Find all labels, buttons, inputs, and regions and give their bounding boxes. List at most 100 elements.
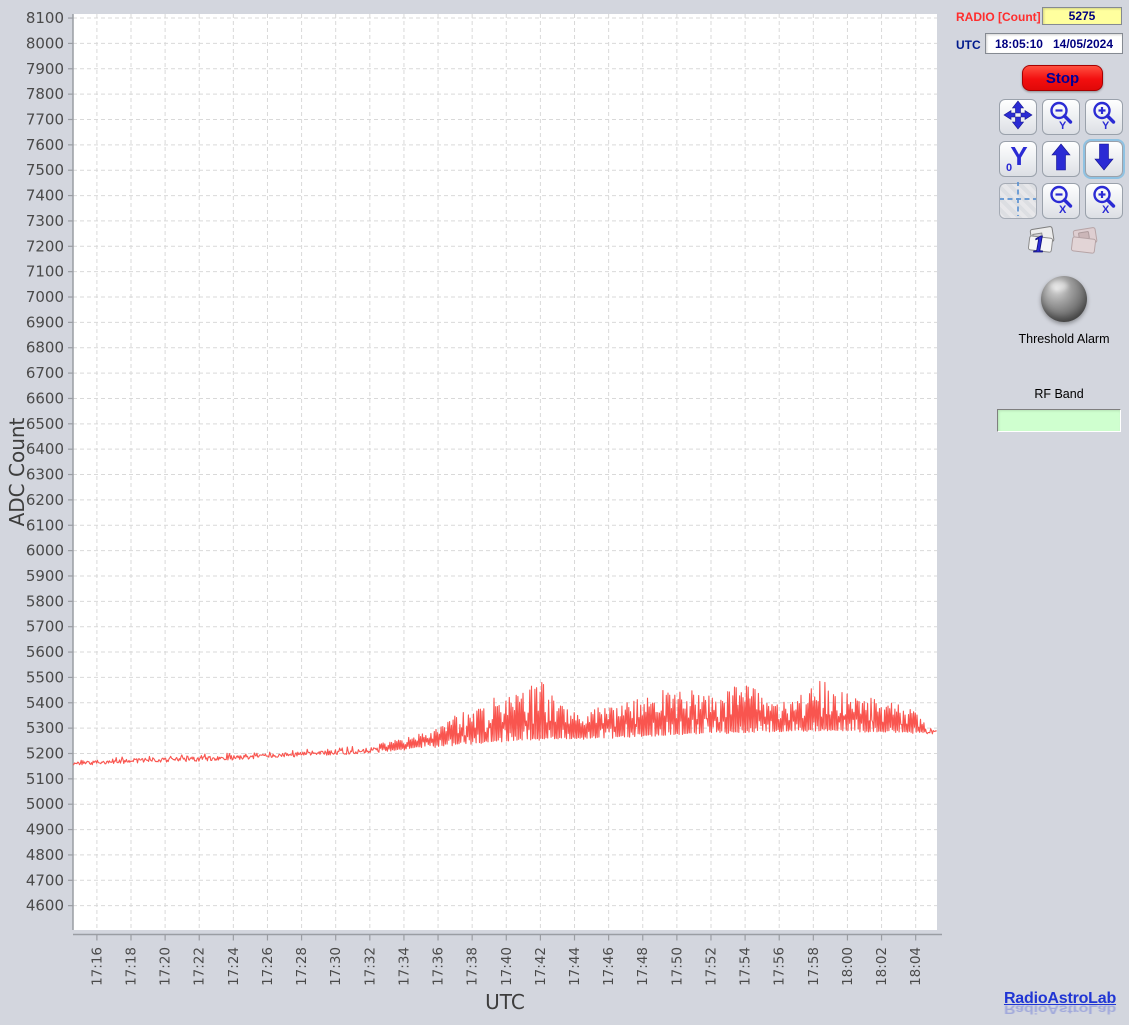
up-arrow-icon: [1046, 142, 1076, 177]
x-tick-label: 17:20: [158, 947, 174, 986]
x-tick-label: 17:30: [328, 947, 344, 986]
down-arrow-icon: [1089, 142, 1119, 177]
rf-band-label: RF Band: [1004, 387, 1114, 401]
threshold-alarm-label: Threshold Alarm: [1004, 332, 1124, 346]
x-tick-label: 17:58: [806, 947, 822, 986]
svg-text:Y: Y: [1102, 120, 1110, 130]
y-tick-label: 7400: [26, 187, 64, 205]
zoom-out-x-button[interactable]: X: [1042, 183, 1080, 219]
svg-text:Y: Y: [1059, 120, 1067, 130]
x-tick-label: 17:36: [431, 947, 447, 986]
x-tick-label: 17:50: [669, 947, 685, 986]
x-tick-label: 17:18: [123, 947, 139, 986]
y-tick-label: 5800: [26, 592, 64, 610]
y-tick-label: 4900: [26, 821, 64, 839]
x-tick-label: 17:42: [533, 947, 549, 986]
x-tick-label: 18:00: [840, 947, 856, 986]
magnifier-plus-y-icon: Y: [1089, 100, 1119, 135]
y-tick-label: 6300: [26, 466, 64, 484]
y-zero-button[interactable]: Y 0: [999, 141, 1037, 177]
y-tick-label: 5900: [26, 567, 64, 585]
x-axis-title: UTC: [485, 990, 525, 1014]
y-tick-label: 6900: [26, 313, 64, 331]
y-tick-label: 5200: [26, 744, 64, 762]
zoom-in-x-button[interactable]: X: [1085, 183, 1123, 219]
svg-text:X: X: [1102, 204, 1110, 214]
y-tick-label: 6200: [26, 491, 64, 509]
y-tick-label: 6000: [26, 542, 64, 560]
y-tick-label: 6500: [26, 415, 64, 433]
x-tick-label: 17:48: [635, 947, 651, 986]
brand-logo: RadioAstroLab RadioAstroLab: [993, 991, 1127, 1016]
x-tick-label: 17:56: [772, 947, 788, 986]
x-tick-label: 17:22: [192, 947, 208, 986]
adc-strip-chart[interactable]: 8100800079007800770076007500740073007200…: [0, 0, 950, 1025]
y-tick-label: 7200: [26, 237, 64, 255]
y-tick-label: 7000: [26, 288, 64, 306]
y-zero-icon: Y 0: [1003, 142, 1033, 177]
utc-datetime-field[interactable]: 18:05:10 14/05/2024: [985, 33, 1123, 54]
x-tick-label: 18:02: [874, 947, 890, 986]
snapshot-button[interactable]: 1: [1024, 226, 1058, 260]
autoscale-button[interactable]: [999, 99, 1037, 135]
radio-count-field[interactable]: 5275: [1042, 7, 1122, 25]
y-tick-label: 6600: [26, 389, 64, 407]
x-tick-label: 17:52: [703, 947, 719, 986]
zoom-out-y-button[interactable]: Y: [1042, 99, 1080, 135]
x-tick-label: 17:40: [499, 947, 515, 986]
x-tick-label: 17:26: [260, 947, 276, 986]
x-tick-label: 17:32: [362, 947, 378, 986]
y-tick-label: 8100: [26, 9, 64, 27]
svg-text:1: 1: [1033, 232, 1045, 258]
stop-button[interactable]: Stop: [1022, 65, 1103, 91]
y-tick-label: 5100: [26, 770, 64, 788]
x-tick-label: 17:54: [738, 947, 754, 986]
y-tick-label: 5600: [26, 643, 64, 661]
y-tick-label: 7300: [26, 212, 64, 230]
crosshair-cursor-button[interactable]: [999, 183, 1037, 219]
x-tick-label: 17:28: [294, 947, 310, 986]
y-tick-label: 7700: [26, 110, 64, 128]
y-tick-label: 7500: [26, 161, 64, 179]
y-axis-title: ADC Count: [5, 417, 29, 526]
snapshot-disabled-button[interactable]: [1067, 226, 1101, 260]
magnifier-plus-x-icon: X: [1089, 184, 1119, 219]
x-tick-label: 17:38: [465, 947, 481, 986]
y-tick-label: 5700: [26, 618, 64, 636]
y-tick-label: 6400: [26, 440, 64, 458]
shift-up-button[interactable]: [1042, 141, 1080, 177]
y-tick-label: 5300: [26, 719, 64, 737]
zoom-in-y-button[interactable]: Y: [1085, 99, 1123, 135]
app-window: { "app": { "background": "#d3d6de" }, "h…: [0, 0, 1129, 1025]
y-tick-label: 5400: [26, 694, 64, 712]
y-tick-label: 6700: [26, 364, 64, 382]
x-tick-label: 17:44: [567, 947, 583, 986]
brand-logo-reflection: RadioAstroLab: [993, 1006, 1127, 1015]
y-tick-label: 7600: [26, 136, 64, 154]
svg-text:Y: Y: [1010, 142, 1027, 171]
svg-text:X: X: [1059, 204, 1067, 214]
svg-text:0: 0: [1006, 162, 1012, 172]
radio-count-label: RADIO [Count]: [956, 10, 1041, 24]
y-tick-label: 4700: [26, 871, 64, 889]
y-tick-label: 5500: [26, 668, 64, 686]
y-tick-label: 6100: [26, 516, 64, 534]
y-tick-label: 6800: [26, 339, 64, 357]
rf-band-field[interactable]: [997, 409, 1121, 432]
x-tick-label: 17:46: [601, 947, 617, 986]
y-tick-label: 4800: [26, 846, 64, 864]
x-tick-label: 17:24: [226, 947, 242, 986]
crosshair-icon: [1000, 182, 1036, 221]
snapshot-icon: 1: [1024, 224, 1058, 263]
y-tick-label: 8000: [26, 34, 64, 52]
fit-arrows-icon: [1003, 100, 1033, 135]
plot-area[interactable]: [73, 14, 937, 930]
snapshot-disabled-icon: [1067, 224, 1101, 263]
threshold-alarm-led: [1041, 276, 1087, 322]
y-tick-label: 5000: [26, 795, 64, 813]
shift-down-button[interactable]: [1085, 141, 1123, 177]
y-tick-label: 7100: [26, 263, 64, 281]
y-tick-label: 7800: [26, 85, 64, 103]
y-tick-label: 4600: [26, 897, 64, 915]
utc-label: UTC: [956, 38, 981, 52]
